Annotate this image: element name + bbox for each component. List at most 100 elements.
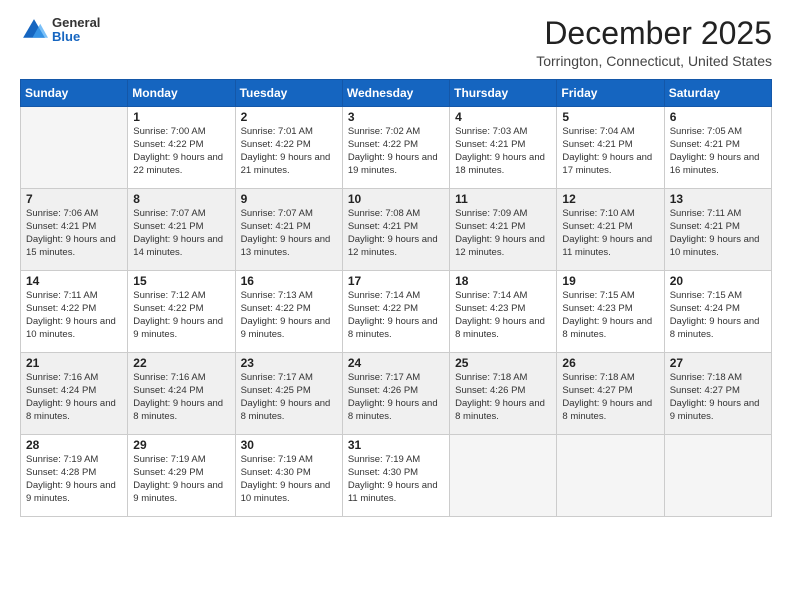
calendar-cell: 26 Sunrise: 7:18 AMSunset: 4:27 PMDayligh… — [557, 353, 664, 435]
calendar-cell: 11 Sunrise: 7:09 AMSunset: 4:21 PMDayligh… — [450, 189, 557, 271]
calendar-cell: 27 Sunrise: 7:18 AMSunset: 4:27 PMDayligh… — [664, 353, 771, 435]
calendar-cell — [21, 107, 128, 189]
calendar-cell: 29 Sunrise: 7:19 AMSunset: 4:29 PMDayligh… — [128, 435, 235, 517]
calendar-cell: 28Sunrise: 7:19 AMSunset: 4:28 PMDayligh… — [21, 435, 128, 517]
day-info: Sunrise: 7:19 AMSunset: 4:30 PMDaylight:… — [348, 454, 444, 505]
day-number: 7 — [26, 192, 122, 206]
calendar-cell: 20Sunrise: 7:15 AMSunset: 4:24 PMDayligh… — [664, 271, 771, 353]
calendar-cell: 25 Sunrise: 7:18 AMSunset: 4:26 PMDayligh… — [450, 353, 557, 435]
calendar-cell: 19 Sunrise: 7:15 AMSunset: 4:23 PMDayligh… — [557, 271, 664, 353]
calendar-cell: 24 Sunrise: 7:17 AMSunset: 4:26 PMDayligh… — [342, 353, 449, 435]
day-info: Sunrise: 7:07 AMSunset: 4:21 PMDaylight:… — [133, 208, 229, 259]
day-info: Sunrise: 7:00 AMSunset: 4:22 PMDaylight:… — [133, 126, 229, 177]
day-info: Sunrise: 7:19 AMSunset: 4:29 PMDaylight:… — [133, 454, 229, 505]
calendar-cell: 13 Sunrise: 7:11 AMSunset: 4:21 PMDayligh… — [664, 189, 771, 271]
logo: General Blue — [20, 16, 100, 45]
calendar-cell: 10 Sunrise: 7:08 AMSunset: 4:21 PMDayligh… — [342, 189, 449, 271]
calendar-cell: 2 Sunrise: 7:01 AMSunset: 4:22 PMDaylight… — [235, 107, 342, 189]
day-info: Sunrise: 7:18 AMSunset: 4:27 PMDaylight:… — [670, 372, 766, 423]
day-number: 12 — [562, 192, 658, 206]
day-info: Sunrise: 7:10 AMSunset: 4:21 PMDaylight:… — [562, 208, 658, 259]
calendar-cell: 21 Sunrise: 7:16 AMSunset: 4:24 PMDayligh… — [21, 353, 128, 435]
day-number: 10 — [348, 192, 444, 206]
calendar-header-monday: Monday — [128, 80, 235, 107]
calendar-week-3: 14Sunrise: 7:11 AMSunset: 4:22 PMDayligh… — [21, 271, 772, 353]
day-info: Sunrise: 7:14 AMSunset: 4:22 PMDaylight:… — [348, 290, 444, 341]
day-number: 16 — [241, 274, 337, 288]
day-info: Sunrise: 7:06 AMSunset: 4:21 PMDaylight:… — [26, 208, 122, 259]
calendar-cell — [450, 435, 557, 517]
day-info: Sunrise: 7:18 AMSunset: 4:27 PMDaylight:… — [562, 372, 658, 423]
day-number: 19 — [562, 274, 658, 288]
day-info: Sunrise: 7:11 AMSunset: 4:21 PMDaylight:… — [670, 208, 766, 259]
day-number: 24 — [348, 356, 444, 370]
logo-icon — [20, 16, 48, 44]
day-number: 1 — [133, 110, 229, 124]
day-number: 26 — [562, 356, 658, 370]
day-number: 18 — [455, 274, 551, 288]
day-number: 13 — [670, 192, 766, 206]
calendar-header-row: SundayMondayTuesdayWednesdayThursdayFrid… — [21, 80, 772, 107]
calendar-cell — [557, 435, 664, 517]
day-info: Sunrise: 7:16 AMSunset: 4:24 PMDaylight:… — [133, 372, 229, 423]
day-number: 25 — [455, 356, 551, 370]
day-number: 15 — [133, 274, 229, 288]
calendar-header-thursday: Thursday — [450, 80, 557, 107]
calendar-cell: 9 Sunrise: 7:07 AMSunset: 4:21 PMDaylight… — [235, 189, 342, 271]
calendar-week-5: 28Sunrise: 7:19 AMSunset: 4:28 PMDayligh… — [21, 435, 772, 517]
day-number: 29 — [133, 438, 229, 452]
day-number: 9 — [241, 192, 337, 206]
day-number: 31 — [348, 438, 444, 452]
day-info: Sunrise: 7:18 AMSunset: 4:26 PMDaylight:… — [455, 372, 551, 423]
calendar-cell: 7 Sunrise: 7:06 AMSunset: 4:21 PMDaylight… — [21, 189, 128, 271]
location: Torrington, Connecticut, United States — [536, 53, 772, 69]
day-info: Sunrise: 7:16 AMSunset: 4:24 PMDaylight:… — [26, 372, 122, 423]
title-block: December 2025 Torrington, Connecticut, U… — [536, 16, 772, 69]
day-number: 11 — [455, 192, 551, 206]
day-info: Sunrise: 7:12 AMSunset: 4:22 PMDaylight:… — [133, 290, 229, 341]
day-info: Sunrise: 7:09 AMSunset: 4:21 PMDaylight:… — [455, 208, 551, 259]
calendar-header-sunday: Sunday — [21, 80, 128, 107]
calendar-cell: 3 Sunrise: 7:02 AMSunset: 4:22 PMDaylight… — [342, 107, 449, 189]
calendar-cell: 5Sunrise: 7:04 AMSunset: 4:21 PMDaylight… — [557, 107, 664, 189]
day-number: 8 — [133, 192, 229, 206]
calendar-cell: 1 Sunrise: 7:00 AMSunset: 4:22 PMDaylight… — [128, 107, 235, 189]
logo-general-text: General — [52, 16, 100, 30]
day-info: Sunrise: 7:19 AMSunset: 4:30 PMDaylight:… — [241, 454, 337, 505]
calendar-header-friday: Friday — [557, 80, 664, 107]
day-number: 21 — [26, 356, 122, 370]
day-info: Sunrise: 7:05 AMSunset: 4:21 PMDaylight:… — [670, 126, 766, 177]
day-number: 2 — [241, 110, 337, 124]
day-info: Sunrise: 7:15 AMSunset: 4:23 PMDaylight:… — [562, 290, 658, 341]
day-number: 4 — [455, 110, 551, 124]
day-number: 17 — [348, 274, 444, 288]
day-number: 30 — [241, 438, 337, 452]
day-number: 3 — [348, 110, 444, 124]
day-info: Sunrise: 7:15 AMSunset: 4:24 PMDaylight:… — [670, 290, 766, 341]
day-info: Sunrise: 7:14 AMSunset: 4:23 PMDaylight:… — [455, 290, 551, 341]
day-number: 22 — [133, 356, 229, 370]
calendar-cell: 16Sunrise: 7:13 AMSunset: 4:22 PMDayligh… — [235, 271, 342, 353]
calendar-header-tuesday: Tuesday — [235, 80, 342, 107]
calendar-cell: 8 Sunrise: 7:07 AMSunset: 4:21 PMDaylight… — [128, 189, 235, 271]
day-info: Sunrise: 7:17 AMSunset: 4:25 PMDaylight:… — [241, 372, 337, 423]
month-title: December 2025 — [536, 16, 772, 51]
day-number: 27 — [670, 356, 766, 370]
logo-blue-text: Blue — [52, 30, 100, 44]
calendar-cell: 17 Sunrise: 7:14 AMSunset: 4:22 PMDayligh… — [342, 271, 449, 353]
day-number: 14 — [26, 274, 122, 288]
day-info: Sunrise: 7:03 AMSunset: 4:21 PMDaylight:… — [455, 126, 551, 177]
calendar-cell: 18 Sunrise: 7:14 AMSunset: 4:23 PMDayligh… — [450, 271, 557, 353]
day-info: Sunrise: 7:04 AMSunset: 4:21 PMDaylight:… — [562, 126, 658, 177]
day-info: Sunrise: 7:01 AMSunset: 4:22 PMDaylight:… — [241, 126, 337, 177]
calendar-cell: 30 Sunrise: 7:19 AMSunset: 4:30 PMDayligh… — [235, 435, 342, 517]
day-info: Sunrise: 7:17 AMSunset: 4:26 PMDaylight:… — [348, 372, 444, 423]
calendar-cell: 14Sunrise: 7:11 AMSunset: 4:22 PMDayligh… — [21, 271, 128, 353]
calendar-cell: 23Sunrise: 7:17 AMSunset: 4:25 PMDayligh… — [235, 353, 342, 435]
day-info: Sunrise: 7:07 AMSunset: 4:21 PMDaylight:… — [241, 208, 337, 259]
day-info: Sunrise: 7:02 AMSunset: 4:22 PMDaylight:… — [348, 126, 444, 177]
calendar-table: SundayMondayTuesdayWednesdayThursdayFrid… — [20, 79, 772, 517]
header: General Blue December 2025 Torrington, C… — [20, 16, 772, 69]
day-info: Sunrise: 7:08 AMSunset: 4:21 PMDaylight:… — [348, 208, 444, 259]
calendar-header-wednesday: Wednesday — [342, 80, 449, 107]
